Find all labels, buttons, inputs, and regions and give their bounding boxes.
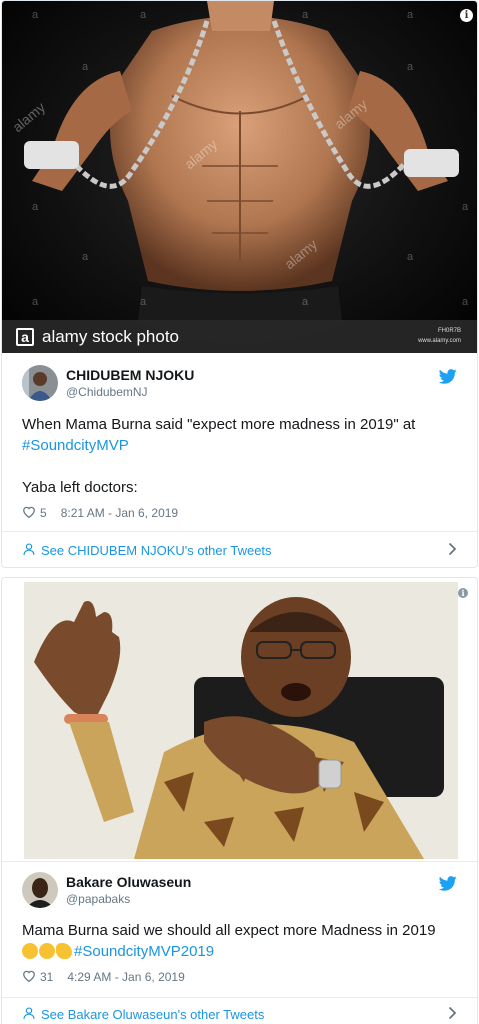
avatar[interactable] xyxy=(22,365,58,401)
watermark-tile: a xyxy=(140,9,147,21)
tweet-photo[interactable] xyxy=(24,582,458,859)
watermark-tile: a xyxy=(32,201,39,213)
thinking-face-icon xyxy=(39,943,55,959)
person-icon xyxy=(22,1006,36,1023)
watermark-tile: a xyxy=(462,296,469,308)
stock-photo-bar: a alamy stock photo FH0R7B www.alamy.com xyxy=(2,320,477,353)
watermark-tile: a xyxy=(407,9,414,21)
hashtag-link[interactable]: #SoundcityMVP xyxy=(22,435,462,456)
stock-id-code: FH0R7B xyxy=(437,328,461,334)
hashtag-link[interactable]: #SoundcityMVP2019 xyxy=(74,943,214,960)
info-icon[interactable]: i xyxy=(458,588,468,598)
tweet-meta: 5 8:21 AM - Jan 6, 2019 xyxy=(22,505,178,521)
muscular-man-chains-image xyxy=(24,1,459,321)
man-gesturing-image xyxy=(24,582,458,859)
watermark-tile: a xyxy=(32,296,39,308)
timestamp[interactable]: 4:29 AM - Jan 6, 2019 xyxy=(67,970,184,984)
watermark-tile: a xyxy=(302,9,309,21)
stock-id: FH0R7B www.alamy.com xyxy=(418,326,461,346)
chevron-right-icon[interactable] xyxy=(448,542,457,559)
watermark-tile: a xyxy=(82,251,89,263)
handle[interactable]: @ChidubemNJ xyxy=(66,384,194,400)
tweet-card: a a a a a a a a a a a a a a alamy alamy … xyxy=(1,0,478,568)
alamy-logo-icon: a xyxy=(16,327,34,346)
tweet-text-line: When Mama Burna said "expect more madnes… xyxy=(22,416,416,433)
other-tweets-label[interactable]: See Bakare Oluwaseun's other Tweets xyxy=(41,1007,264,1022)
handle[interactable]: @papabaks xyxy=(66,891,191,907)
tweet-text: Mama Burna said we should all expect mor… xyxy=(22,920,462,962)
tweet-text: When Mama Burna said "expect more madnes… xyxy=(22,414,462,498)
other-tweets-label[interactable]: See CHIDUBEM NJOKU's other Tweets xyxy=(41,543,272,558)
divider xyxy=(2,531,477,532)
watermark-tile: a xyxy=(140,296,147,308)
tweet-text-line: Mama Burna said we should all expect mor… xyxy=(22,922,436,939)
timestamp[interactable]: 8:21 AM - Jan 6, 2019 xyxy=(61,506,178,520)
divider xyxy=(2,861,477,862)
tweet-meta: 31 4:29 AM - Jan 6, 2019 xyxy=(22,969,185,985)
flexed-biceps-icon xyxy=(56,943,72,959)
twitter-bird-icon[interactable] xyxy=(438,369,457,389)
face-with-monocle-icon xyxy=(22,943,38,959)
watermark-tile: a xyxy=(82,61,89,73)
divider xyxy=(2,997,477,998)
avatar[interactable] xyxy=(22,872,58,908)
tweet-text-line: Yaba left doctors: xyxy=(22,479,138,496)
chevron-right-icon[interactable] xyxy=(448,1006,457,1023)
heart-icon[interactable] xyxy=(22,969,36,985)
watermark-tile: a xyxy=(32,9,39,21)
tweet-card: i Bakare Oluwaseun @papabaks Mama Burna … xyxy=(1,577,478,1024)
tweet-author[interactable]: Bakare Oluwaseun @papabaks xyxy=(22,872,191,908)
other-tweets-link[interactable]: See CHIDUBEM NJOKU's other Tweets xyxy=(22,542,457,559)
display-name[interactable]: CHIDUBEM NJOKU xyxy=(66,366,194,384)
stock-photo-label: alamy stock photo xyxy=(42,326,180,346)
info-icon[interactable]: i xyxy=(460,9,473,22)
tweet-photo[interactable]: a a a a a a a a a a a a a a alamy alamy … xyxy=(2,1,477,353)
person-icon xyxy=(22,542,36,559)
like-count[interactable]: 31 xyxy=(40,970,53,984)
like-count[interactable]: 5 xyxy=(40,506,47,520)
display-name[interactable]: Bakare Oluwaseun xyxy=(66,873,191,891)
watermark-tile: a xyxy=(407,251,414,263)
tweet-author[interactable]: CHIDUBEM NJOKU @ChidubemNJ xyxy=(22,365,194,401)
emoji-group xyxy=(22,943,72,959)
stock-site: www.alamy.com xyxy=(418,338,461,344)
twitter-bird-icon[interactable] xyxy=(438,876,457,896)
watermark-tile: a xyxy=(407,61,414,73)
other-tweets-link[interactable]: See Bakare Oluwaseun's other Tweets xyxy=(22,1006,457,1023)
watermark-tile: a xyxy=(462,201,469,213)
watermark-tile: a xyxy=(302,296,309,308)
heart-icon[interactable] xyxy=(22,505,36,521)
